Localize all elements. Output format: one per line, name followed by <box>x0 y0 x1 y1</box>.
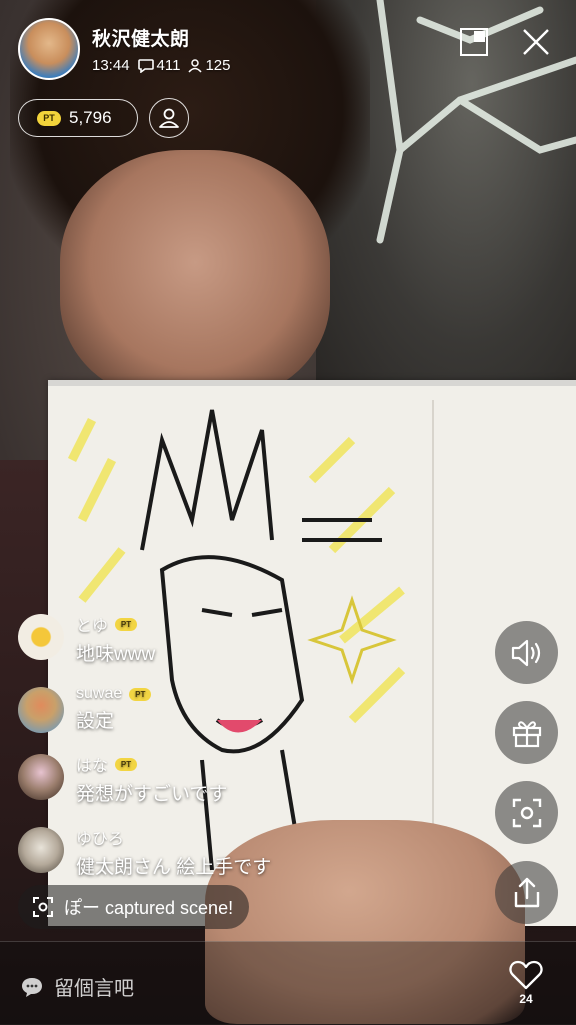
host-info: 秋沢健太朗 13:44 411 125 <box>92 24 231 74</box>
speech-bubble-icon <box>22 977 42 997</box>
commenter-name-row: ゆひろ <box>76 825 271 849</box>
like-count: 24 <box>519 992 533 1006</box>
commenter-name-row: suwae PT <box>76 685 152 703</box>
pt-badge: PT <box>115 757 138 771</box>
commenter-avatar[interactable] <box>18 614 64 660</box>
commenter-name[interactable]: とゆ <box>76 612 108 636</box>
comment-feed[interactable]: とゆ PT 地味www suwae PT 設定 はな PT 発想がすごいです ゆ… <box>18 612 438 898</box>
host-header[interactable]: 秋沢健太朗 13:44 411 125 <box>18 18 231 80</box>
comment-item: はな PT 発想がすごいです <box>18 752 438 806</box>
commenter-name[interactable]: suwae <box>76 685 122 703</box>
commenter-name-row: とゆ PT <box>76 612 155 636</box>
commenter-avatar[interactable] <box>18 687 64 733</box>
viewer-count-value: 125 <box>205 57 231 74</box>
speaker-icon <box>511 639 540 666</box>
gift-icon <box>512 720 541 747</box>
comment-item: ゆひろ 健太朗さん 絵上手です <box>18 825 438 879</box>
comment-item: とゆ PT 地味www <box>18 612 438 666</box>
streamer-face <box>60 150 330 400</box>
gift-button[interactable] <box>495 701 558 764</box>
comment-item: suwae PT 設定 <box>18 685 438 733</box>
stream-time: 13:44 <box>92 57 130 74</box>
sound-button[interactable] <box>495 621 558 684</box>
comment-text: 地味www <box>76 644 156 665</box>
capture-button[interactable] <box>495 781 558 844</box>
comment-count: 411 <box>137 57 181 74</box>
camera-capture-icon <box>512 798 541 827</box>
like-button[interactable]: 24 <box>508 960 544 1006</box>
host-avatar[interactable] <box>18 18 80 80</box>
camera-capture-icon <box>33 897 53 917</box>
commenter-name-row: はな PT <box>76 752 227 776</box>
pip-icon[interactable] <box>458 26 490 58</box>
host-name: 秋沢健太朗 <box>92 29 190 50</box>
pt-badge: PT <box>129 687 152 701</box>
pt-badge: PT <box>115 617 138 631</box>
commenter-name[interactable]: はな <box>76 752 108 776</box>
points-pill[interactable]: PT 5,796 <box>18 99 138 137</box>
comment-text: 健太朗さん 絵上手です <box>76 857 272 878</box>
host-meta: 13:44 411 125 <box>92 57 231 74</box>
commenter-avatar[interactable] <box>18 827 64 873</box>
person-icon <box>188 58 203 73</box>
viewer-count: 125 <box>188 57 231 74</box>
heart-icon <box>509 960 543 990</box>
share-button[interactable] <box>495 861 558 924</box>
capture-notice: ぽー captured scene! <box>18 885 250 929</box>
points-value: 5,796 <box>69 108 112 127</box>
speech-bubble-icon <box>137 58 154 73</box>
comment-input-placeholder: 留個言吧 <box>54 978 134 1000</box>
comment-count-value: 411 <box>156 57 181 74</box>
capture-notice-text: ぽー captured scene! <box>64 898 234 918</box>
pt-badge: PT <box>37 110 61 126</box>
close-icon[interactable] <box>520 26 552 58</box>
share-icon <box>514 877 539 907</box>
comment-text: 発想がすごいです <box>76 784 228 805</box>
comment-input[interactable]: 留個言吧 <box>20 972 134 1001</box>
person-outline-icon <box>159 108 179 128</box>
action-column <box>495 621 558 924</box>
follow-button[interactable] <box>149 98 189 138</box>
top-right-controls <box>458 26 552 58</box>
commenter-name[interactable]: ゆひろ <box>76 825 124 849</box>
comment-text: 設定 <box>76 711 115 732</box>
bottom-bar: 留個言吧 24 <box>0 941 576 1025</box>
commenter-avatar[interactable] <box>18 754 64 800</box>
